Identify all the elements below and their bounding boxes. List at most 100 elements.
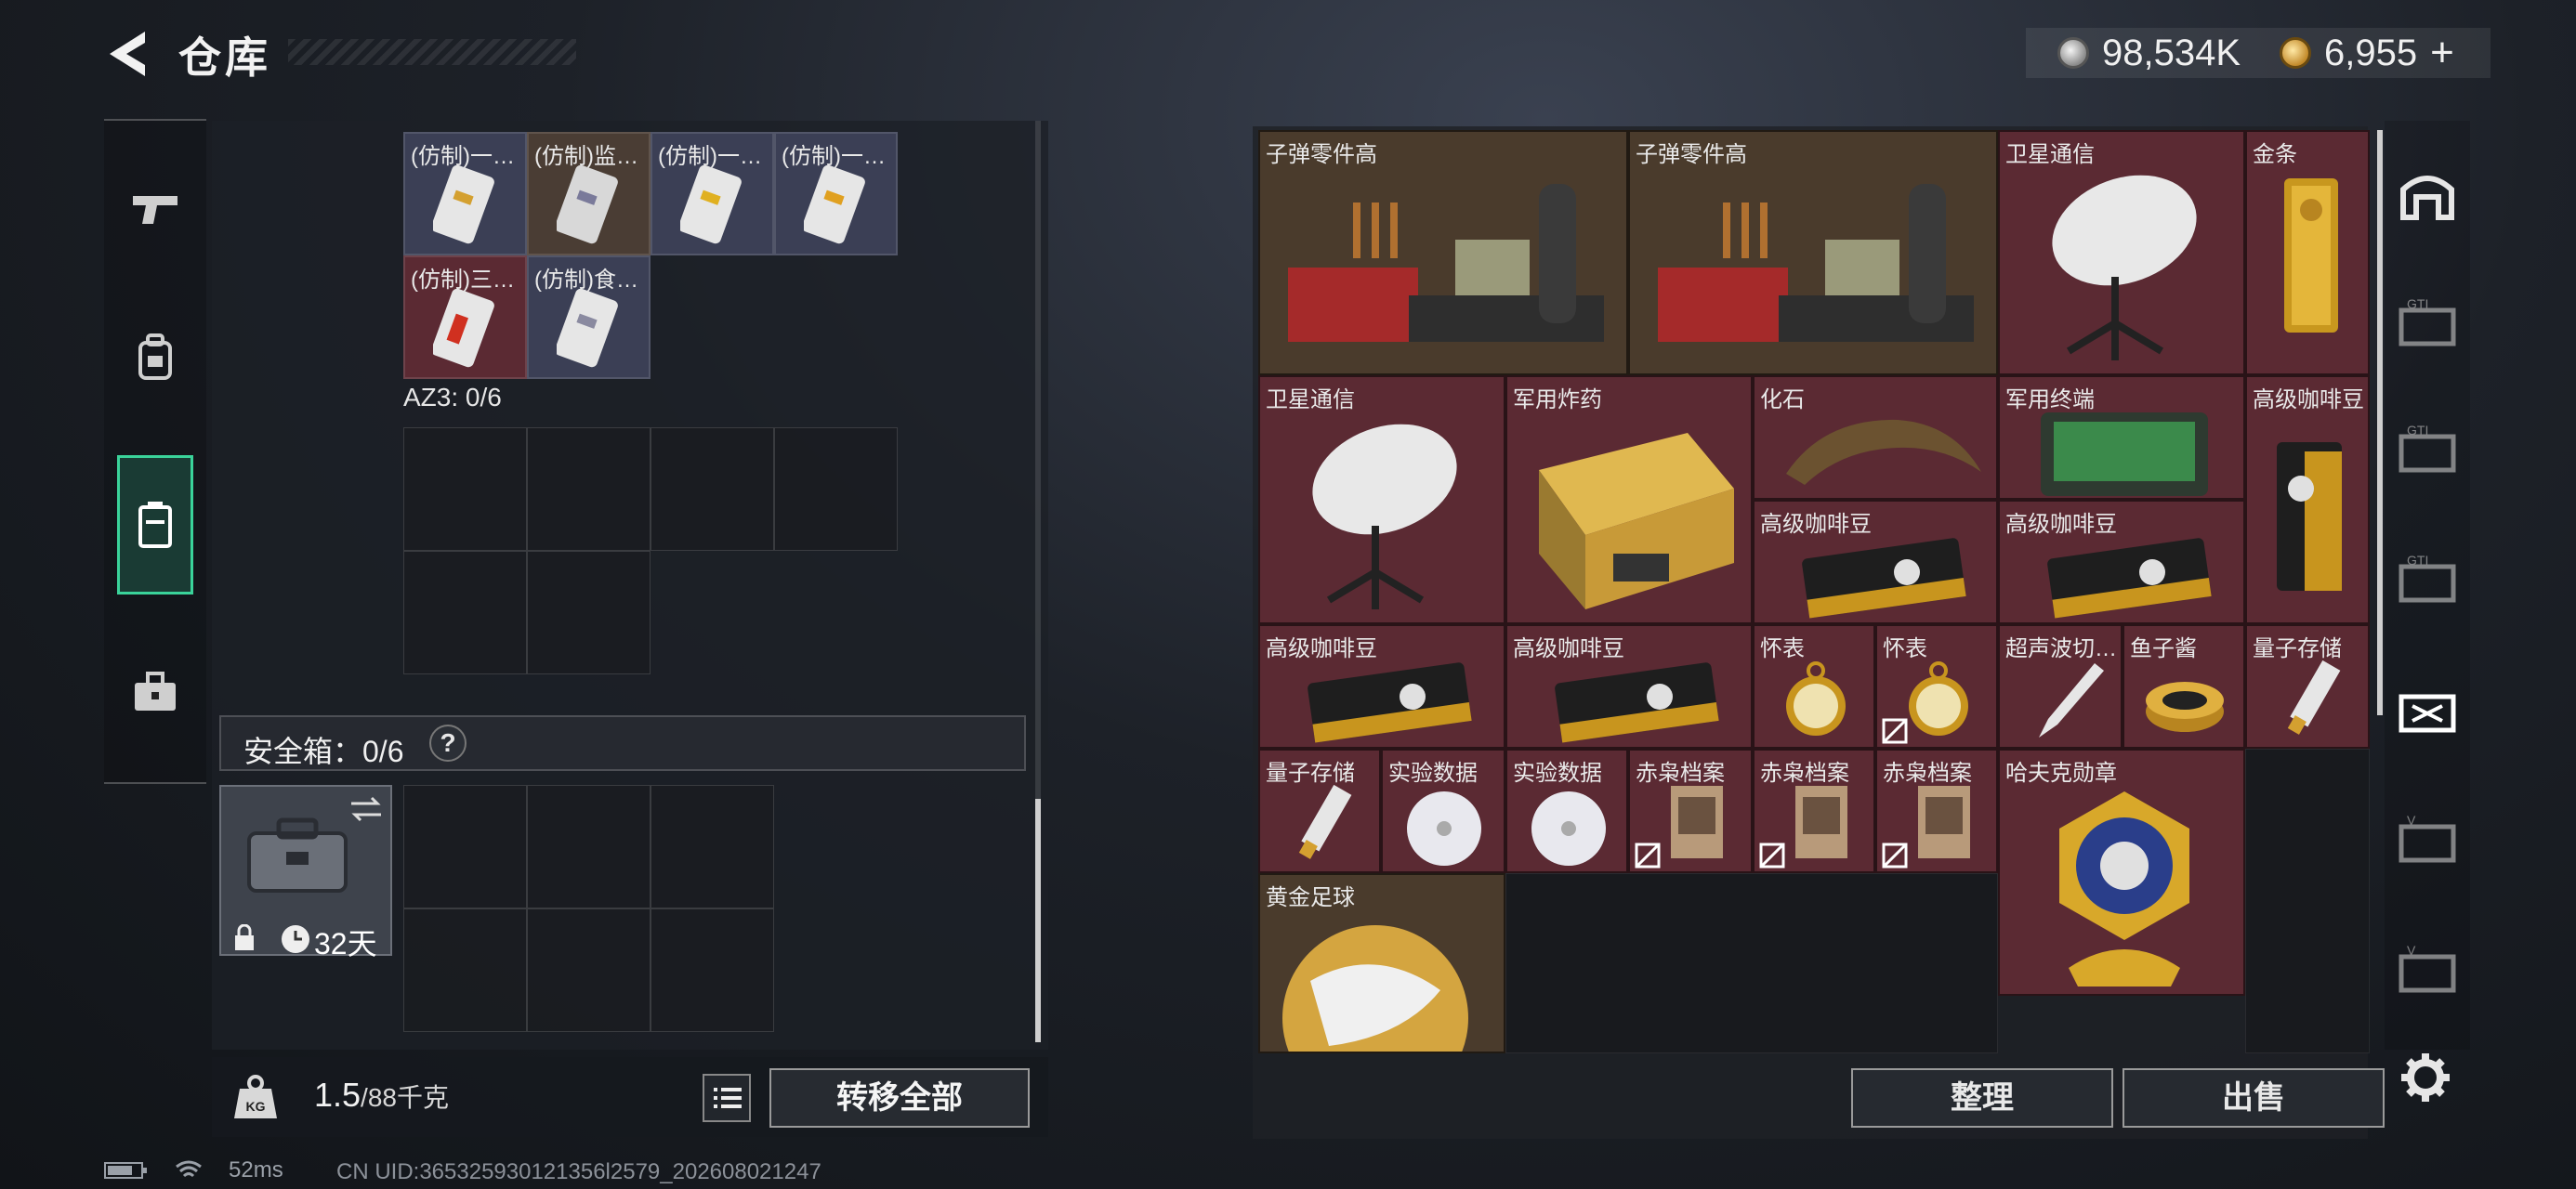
weight-bar: KG 1.5/88千克 转移全部 (212, 1057, 1048, 1137)
tab-storage-expansion-4[interactable] (2394, 678, 2461, 745)
item-label: 高级咖啡豆 (2253, 387, 2364, 412)
item-premium-coffee[interactable]: 高级咖啡豆 (1753, 500, 1998, 624)
briefcase-icon (247, 817, 348, 893)
coffee-bag-icon (1555, 662, 1719, 743)
tab-main-storage[interactable] (2394, 162, 2461, 229)
empty-slot[interactable] (527, 427, 651, 551)
item-pocket-watch[interactable]: 怀表 (1875, 624, 1998, 749)
inventory-item[interactable]: (仿制)一… (774, 132, 898, 255)
empty-slot[interactable] (527, 551, 651, 674)
nav-weapons[interactable] (117, 139, 193, 279)
empty-slot[interactable] (527, 908, 651, 1032)
item-premium-coffee[interactable]: 高级咖啡豆 (1998, 500, 2245, 624)
fossil-claw-icon (1786, 419, 1981, 485)
satellite-dish-icon (2052, 175, 2197, 360)
nav-toolbox[interactable] (117, 622, 193, 762)
inventory-item[interactable]: (仿制)监… (527, 132, 651, 255)
empty-slot[interactable] (403, 908, 527, 1032)
item-premium-coffee[interactable]: 高级咖啡豆 (2245, 375, 2370, 624)
item-label: 金条 (2253, 142, 2297, 167)
toolbox-icon (135, 672, 176, 711)
item-red-owl-file[interactable]: 赤枭档案 (1753, 749, 1875, 873)
add-currency-button[interactable]: + (2430, 30, 2454, 76)
gold-coin-icon (2280, 37, 2312, 69)
storage-expansion-icon: V (2399, 943, 2456, 993)
nav-backpack[interactable] (117, 288, 193, 427)
battery-icon (104, 1162, 147, 1179)
pocket-watch-icon (1786, 661, 1846, 736)
item-satellite-comm[interactable]: 卫星通信 (1258, 375, 1505, 624)
empty-slot[interactable] (403, 427, 527, 551)
no-trade-icon (1882, 718, 1908, 744)
no-trade-icon (1635, 843, 1661, 869)
list-icon (714, 1088, 742, 1108)
explosive-crate-icon (1539, 433, 1734, 609)
item-military-terminal[interactable]: 军用终端 (1998, 375, 2245, 500)
item-fossil[interactable]: 化石 (1753, 375, 1998, 500)
item-ammo-parts[interactable]: 子弹零件高 (1258, 130, 1628, 375)
disc-icon (1531, 791, 1606, 866)
item-pocket-watch[interactable]: 怀表 (1753, 624, 1875, 749)
empty-area[interactable] (2245, 749, 2370, 1053)
status-bar: 52ms (104, 1157, 283, 1183)
item-military-explosive[interactable]: 军用炸药 (1505, 375, 1753, 624)
inventory-item[interactable]: (仿制)一… (651, 132, 774, 255)
inventory-item[interactable]: (仿制)食… (527, 255, 651, 379)
item-ammo-parts[interactable]: 子弹零件高 (1628, 130, 1998, 375)
item-experiment-data[interactable]: 实验数据 (1505, 749, 1628, 873)
empty-slot[interactable] (774, 427, 898, 551)
item-red-owl-file[interactable]: 赤枭档案 (1628, 749, 1753, 873)
inventory-item[interactable]: (仿制)一… (403, 132, 527, 255)
empty-slot[interactable] (403, 785, 527, 908)
inventory-item[interactable]: (仿制)三… (403, 255, 527, 379)
item-label: 子弹零件高 (1636, 142, 1747, 167)
item-satellite-comm[interactable]: 卫星通信 (1998, 130, 2245, 375)
item-premium-coffee[interactable]: 高级咖啡豆 (1258, 624, 1505, 749)
card-item-icon (804, 165, 865, 244)
item-haavk-medal[interactable]: 哈夫克勋章 (1998, 749, 2245, 996)
tab-storage-expansion-2[interactable]: GTI (2394, 418, 2461, 485)
tab-storage-expansion-3[interactable]: GTI (2394, 548, 2461, 615)
item-ultrasonic-cutter[interactable]: 超声波切… (1998, 624, 2123, 749)
tab-storage-expansion-1[interactable]: GTI (2394, 292, 2461, 359)
list-view-button[interactable] (703, 1074, 751, 1122)
empty-slot[interactable] (651, 785, 774, 908)
coffee-bag-icon (1802, 538, 1966, 619)
item-quantum-storage[interactable]: 量子存储 (1258, 749, 1381, 873)
gold-bar-icon (2284, 178, 2338, 333)
item-golden-football[interactable]: 黄金足球 (1258, 873, 1505, 1053)
item-premium-coffee[interactable]: 高级咖啡豆 (1505, 624, 1753, 749)
silver-currency-amount: 98,534K (2102, 32, 2241, 73)
gear-icon (2401, 1053, 2450, 1102)
left-scrollbar-thumb[interactable] (1035, 799, 1041, 1042)
svg-text:KG: KG (246, 1099, 266, 1114)
swap-icon[interactable] (349, 796, 383, 822)
item-gold-bar[interactable]: 金条 (2245, 130, 2370, 375)
empty-slot[interactable] (651, 427, 774, 551)
tidy-button[interactable]: 整理 (1851, 1068, 2113, 1128)
item-experiment-data[interactable]: 实验数据 (1381, 749, 1505, 873)
sell-button[interactable]: 出售 (2123, 1068, 2385, 1128)
tab-storage-expansion-6[interactable]: V (2394, 938, 2461, 1005)
warehouse-icon (2400, 176, 2454, 220)
safe-box-case[interactable]: 32天 (219, 785, 392, 960)
medal-icon (2059, 791, 2189, 986)
silver-coin-icon (2057, 37, 2089, 69)
weight-kg-icon: KG (234, 1075, 277, 1118)
empty-area[interactable] (1505, 873, 1998, 1053)
settings-button[interactable] (2398, 1050, 2453, 1105)
empty-slot[interactable] (527, 785, 651, 908)
empty-slot[interactable] (403, 551, 527, 674)
back-button[interactable] (104, 28, 151, 80)
nav-storage[interactable] (117, 455, 193, 594)
item-quantum-storage[interactable]: 量子存储 (2245, 624, 2370, 749)
item-red-owl-file[interactable]: 赤枭档案 (1875, 749, 1998, 873)
max-weight: /88千克 (361, 1083, 449, 1112)
help-button[interactable]: ? (429, 725, 467, 762)
empty-slot[interactable] (651, 908, 774, 1032)
right-scrollbar-thumb[interactable] (2377, 130, 2383, 715)
item-caviar[interactable]: 鱼子酱 (2123, 624, 2245, 749)
transfer-all-button[interactable]: 转移全部 (769, 1068, 1030, 1128)
clock-icon (282, 925, 309, 953)
tab-storage-expansion-5[interactable]: V (2394, 808, 2461, 875)
